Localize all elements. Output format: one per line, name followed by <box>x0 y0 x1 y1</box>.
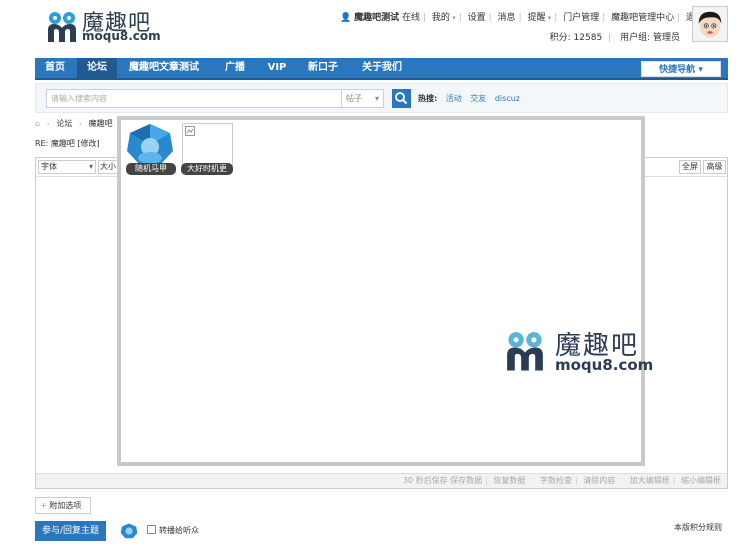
size-select[interactable]: 大小 <box>98 160 118 174</box>
settings-link[interactable]: 设置 <box>468 13 486 23</box>
chevron-down-icon: ▾ <box>698 65 703 75</box>
avatar-face-icon <box>693 7 727 41</box>
restore-data-link[interactable]: 恢复数据 <box>493 476 525 485</box>
submit-reply-button[interactable]: 参与/回复主题 <box>35 521 106 541</box>
hot-word[interactable]: discuz <box>495 94 520 103</box>
watermark-mascot-icon <box>507 332 543 371</box>
breadcrumb-forum[interactable]: 论坛 <box>56 119 72 128</box>
nav-item-broadcast[interactable]: 广播 <box>215 58 255 78</box>
search-input[interactable]: 请输入搜索内容 <box>46 89 342 108</box>
plus-icon: + <box>40 501 47 510</box>
remind-menu[interactable]: 提醒 <box>527 13 551 23</box>
hot-word[interactable]: 交友 <box>470 94 486 103</box>
online-status: 在线 <box>401 13 420 23</box>
nav-item-article-test[interactable]: 魔趣吧文章测试 <box>121 58 207 78</box>
save-data-link[interactable]: 保存数据 <box>450 476 482 485</box>
search-bar: 请输入搜索内容 帖子 ▾ 热搜: 活动 交友 discuz <box>35 83 728 113</box>
portal-admin-link[interactable]: 门户管理 <box>563 13 599 23</box>
logo-domain: moqu8.com <box>82 29 161 43</box>
avatar[interactable] <box>692 6 728 42</box>
quick-nav-button[interactable]: 快捷导航 ▾ <box>641 61 721 77</box>
broken-image-icon <box>182 123 233 167</box>
forward-label: 转播给听众 <box>159 526 199 535</box>
additional-options-button[interactable]: + 附加选项 <box>35 497 91 514</box>
vest-label-random: 随机马甲 <box>126 163 176 175</box>
search-type-select[interactable]: 帖子 ▾ <box>342 89 384 108</box>
admin-center-link[interactable]: 魔趣吧管理中心 <box>611 13 674 23</box>
mine-menu[interactable]: 我的 <box>432 13 456 23</box>
home-icon[interactable]: ⌂ <box>35 119 40 128</box>
shrink-editor-link[interactable]: 缩小编辑框 <box>681 476 721 485</box>
main-nav: 首页 论坛 魔趣吧文章测试 广播 VIP 新口子 关于我们 <box>35 58 728 80</box>
username-link[interactable]: 魔趣吧测试 <box>354 13 399 23</box>
enlarge-editor-link[interactable]: 加大编辑框 <box>630 476 670 485</box>
points-menu[interactable]: 积分: 12585 <box>550 33 603 43</box>
user-icon: 👤 <box>340 13 352 23</box>
hot-search: 热搜: 活动 交友 discuz <box>418 93 520 104</box>
hot-word[interactable]: 活动 <box>446 94 462 103</box>
watermark-domain: moqu8.com <box>555 356 654 374</box>
editor-statusbar: 30 秒后保存 保存数据 | 恢复数据 字数检查 | 清除内容 加大编辑框 | 缩小编… <box>36 473 727 488</box>
user-stats: 积分: 12585 | 用户组: 管理员 <box>549 33 680 43</box>
nav-item-xinkouzi[interactable]: 新口子 <box>301 58 345 78</box>
vest-switch-icon[interactable] <box>120 521 138 541</box>
fullscreen-button[interactable]: 全屏 <box>679 160 701 174</box>
nav-item-vip[interactable]: VIP <box>259 58 295 78</box>
points-rules-link[interactable]: 本版积分规则 <box>674 522 722 533</box>
hot-search-label: 热搜: <box>418 94 438 103</box>
logo-mascot-icon <box>48 12 76 42</box>
search-icon <box>395 92 408 105</box>
font-select[interactable]: 字体 <box>38 160 96 174</box>
nav-item-forum[interactable]: 论坛 <box>77 58 117 78</box>
nav-item-about[interactable]: 关于我们 <box>355 58 409 78</box>
clear-content-link[interactable]: 清除内容 <box>583 476 615 485</box>
vest-label-second: 大好时机更 <box>181 163 233 175</box>
wordcount-link[interactable]: 字数检查 <box>540 476 572 485</box>
breadcrumb-current[interactable]: 魔趣吧 <box>89 119 113 128</box>
top-user-links: 👤 魔趣吧测试 在线| 我的| 设置| 消息| 提醒| 门户管理| 魔趣吧管理中… <box>340 10 704 23</box>
messages-link[interactable]: 消息 <box>498 13 516 23</box>
autosave-text: 30 秒后保存 <box>402 476 448 485</box>
search-button[interactable] <box>392 89 411 108</box>
usergroup-menu[interactable]: 用户组: 管理员 <box>620 33 680 43</box>
random-vest-icon <box>127 124 173 165</box>
advanced-button[interactable]: 高级 <box>703 160 726 174</box>
post-title-line: RE: 魔趣吧 [修改] <box>35 139 100 148</box>
nav-item-home[interactable]: 首页 <box>35 58 75 78</box>
breadcrumb: ⌂ › 论坛 › 魔趣吧 <box>35 119 113 128</box>
forward-checkbox[interactable] <box>147 525 156 534</box>
